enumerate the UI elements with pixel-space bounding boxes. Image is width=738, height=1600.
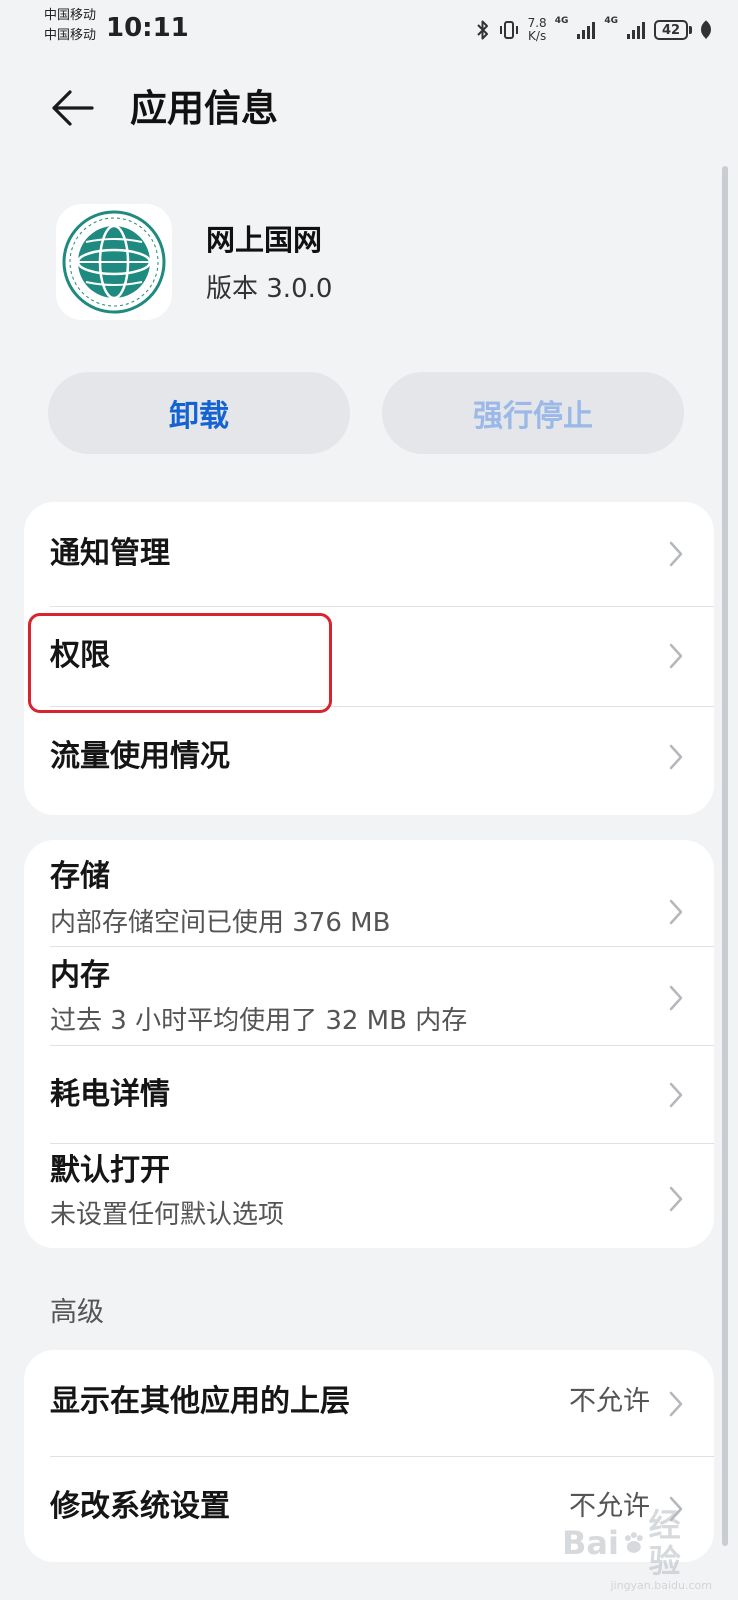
open-by-default-item[interactable]: 默认打开 未设置任何默认选项	[24, 1144, 714, 1248]
sim1-network-type: 4G	[554, 16, 569, 26]
back-arrow-icon	[52, 90, 94, 126]
sim2-network-type: 4G	[604, 16, 618, 26]
item-subtitle: 过去 3 小时平均使用了 32 MB 内存	[50, 1006, 468, 1036]
leaf-icon	[700, 20, 712, 40]
app-version: 版本 3.0.0	[206, 274, 333, 304]
status-bar: 中国移动 中国移动 10:11 7.8 K/s 4G 4G 42	[0, 0, 738, 56]
state-grid-logo-icon	[62, 210, 166, 314]
storage-item[interactable]: 存储 内部存储空间已使用 376 MB	[24, 840, 714, 946]
item-title: 存储	[50, 859, 110, 894]
vibrate-icon	[498, 19, 520, 41]
page-title: 应用信息	[130, 87, 278, 130]
battery-cap	[689, 26, 692, 34]
carrier-labels: 中国移动 中国移动	[44, 6, 96, 46]
item-title: 修改系统设置	[50, 1489, 230, 1524]
item-title: 流量使用情况	[50, 739, 230, 774]
net-speed: 7.8 K/s	[528, 17, 547, 43]
battery-level: 42	[654, 20, 688, 40]
signal-icon	[576, 20, 596, 40]
app-name: 网上国网	[206, 223, 323, 257]
modify-system-settings-item[interactable]: 修改系统设置 不允许	[24, 1457, 714, 1562]
scrollbar[interactable]	[722, 166, 728, 1546]
item-value: 不允许	[569, 1386, 650, 1417]
chevron-right-icon	[666, 539, 686, 569]
chevron-right-icon	[666, 1494, 686, 1524]
item-title: 通知管理	[50, 536, 170, 571]
advanced-section-label: 高级	[50, 1297, 104, 1328]
memory-item[interactable]: 内存 过去 3 小时平均使用了 32 MB 内存	[24, 947, 714, 1045]
item-title: 内存	[50, 958, 110, 993]
bluetooth-icon	[476, 19, 490, 41]
display-over-other-apps-item[interactable]: 显示在其他应用的上层 不允许	[24, 1350, 714, 1456]
chevron-right-icon	[666, 1184, 686, 1214]
carrier-2: 中国移动	[44, 28, 97, 43]
item-title: 耗电详情	[50, 1077, 170, 1112]
status-icons: 7.8 K/s 4G 4G 42	[476, 10, 712, 50]
battery-icon: 42	[654, 20, 692, 40]
app-info-screen: 中国移动 中国移动 10:11 7.8 K/s 4G 4G 42 应用信息 网上…	[0, 0, 738, 1600]
permissions-item[interactable]: 权限	[24, 607, 714, 706]
resource-usage-card: 存储 内部存储空间已使用 376 MB 内存 过去 3 小时平均使用了 32 M…	[24, 840, 714, 1248]
chevron-right-icon	[666, 641, 686, 671]
advanced-card: 显示在其他应用的上层 不允许 修改系统设置 不允许	[24, 1350, 714, 1562]
item-value: 不允许	[569, 1491, 650, 1522]
app-settings-card: 通知管理 权限 流量使用情况	[24, 502, 714, 815]
back-button[interactable]	[44, 84, 100, 132]
chevron-right-icon	[666, 983, 686, 1013]
chevron-right-icon	[666, 897, 686, 927]
net-speed-unit: K/s	[528, 29, 547, 43]
force-stop-button[interactable]: 强行停止	[382, 372, 684, 454]
item-title: 权限	[50, 638, 110, 673]
chevron-right-icon	[666, 1080, 686, 1110]
item-title: 默认打开	[50, 1153, 170, 1188]
chevron-right-icon	[666, 1389, 686, 1419]
watermark-url: jingyan.baidu.com	[610, 1579, 712, 1592]
battery-usage-item[interactable]: 耗电详情	[24, 1046, 714, 1143]
data-usage-item[interactable]: 流量使用情况	[24, 707, 714, 815]
item-subtitle: 未设置任何默认选项	[50, 1200, 285, 1230]
signal-icon	[626, 20, 646, 40]
status-time: 10:11	[106, 13, 189, 43]
notification-management-item[interactable]: 通知管理	[24, 502, 714, 606]
app-icon	[56, 204, 172, 320]
chevron-right-icon	[666, 742, 686, 772]
item-title: 显示在其他应用的上层	[50, 1384, 350, 1419]
item-subtitle: 内部存储空间已使用 376 MB	[50, 908, 391, 938]
uninstall-button[interactable]: 卸载	[48, 372, 350, 454]
header: 应用信息	[0, 72, 738, 144]
carrier-1: 中国移动	[44, 8, 97, 23]
